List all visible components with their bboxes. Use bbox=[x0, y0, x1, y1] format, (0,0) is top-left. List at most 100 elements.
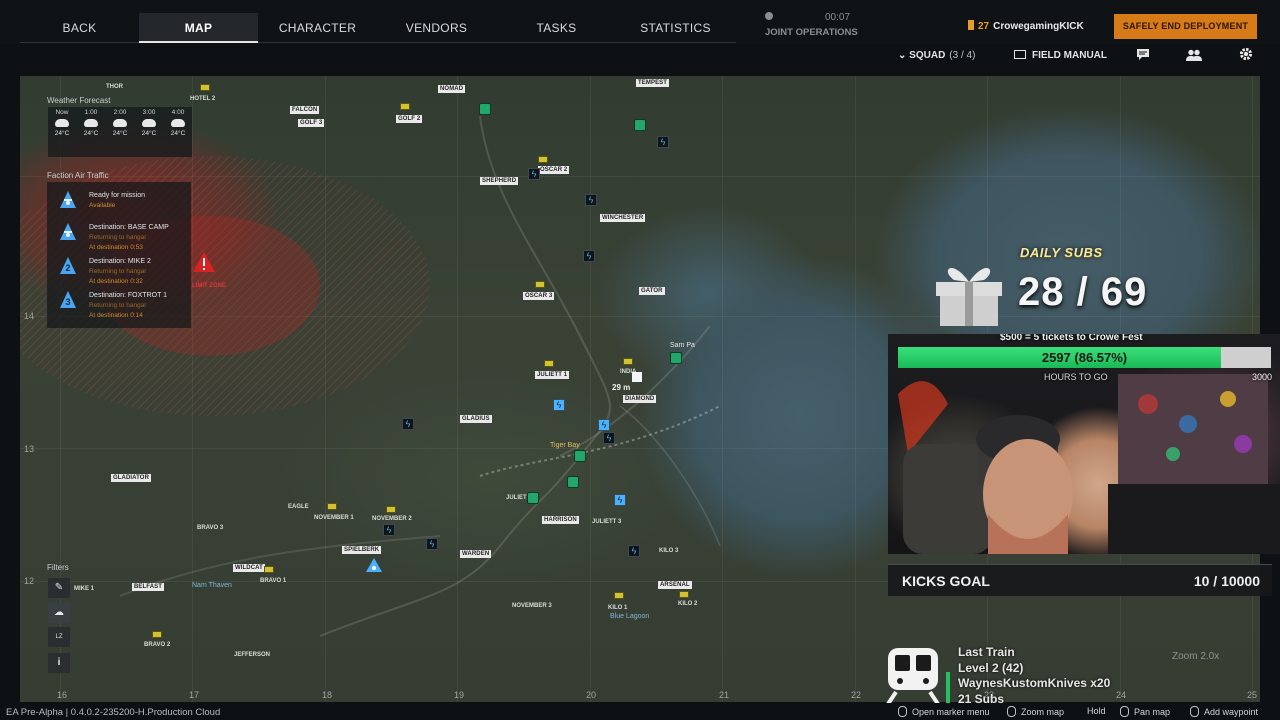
location-label[interactable]: GLADIATOR bbox=[111, 474, 152, 482]
landing-zone-marker[interactable] bbox=[538, 156, 548, 163]
y-coordinate: 13 bbox=[24, 444, 35, 454]
squad-marker-icon[interactable] bbox=[365, 557, 383, 575]
tab-back[interactable]: BACK bbox=[20, 13, 139, 43]
location-label[interactable]: WINCHESTER bbox=[600, 214, 646, 222]
location-label[interactable]: KILO 3 bbox=[659, 548, 678, 554]
lightning-icon[interactable]: ϟ bbox=[628, 545, 640, 557]
location-label[interactable]: KILO 2 bbox=[678, 601, 697, 607]
location-label[interactable]: JULIETT 3 bbox=[592, 519, 621, 525]
location-label[interactable]: NOVEMBER 1 bbox=[314, 515, 354, 521]
location-label[interactable]: OSCAR 2 bbox=[538, 166, 570, 174]
location-label[interactable]: GATOR bbox=[639, 287, 665, 295]
location-label[interactable]: DIAMOND bbox=[623, 395, 657, 403]
location-label[interactable]: HARRISON bbox=[542, 516, 579, 524]
lightning-icon[interactable]: ϟ bbox=[583, 250, 595, 262]
forecast-time: 3:00 bbox=[142, 109, 156, 116]
landing-zone-marker[interactable] bbox=[679, 591, 689, 598]
lightning-icon[interactable]: ϟ bbox=[553, 399, 565, 411]
landing-zone-marker[interactable] bbox=[264, 566, 274, 573]
landing-zone-marker[interactable] bbox=[400, 103, 410, 110]
footer-bar: EA Pre-Alpha | 0.4.0.2-235200-H.Producti… bbox=[0, 703, 1280, 720]
weather-title: Weather Forecast bbox=[47, 96, 111, 105]
location-label[interactable]: BELFAST bbox=[132, 583, 165, 591]
location-label[interactable]: JULIETT 1 bbox=[535, 371, 570, 379]
landing-zone-marker[interactable] bbox=[386, 506, 396, 513]
lightning-icon[interactable]: ϟ bbox=[603, 432, 615, 444]
location-label[interactable]: BRAVO 1 bbox=[260, 578, 286, 584]
landing-zone-marker[interactable] bbox=[544, 360, 554, 367]
chat-icon[interactable] bbox=[1134, 47, 1152, 65]
squad-dropdown[interactable]: ⌄ SQUAD (3 / 4) bbox=[898, 50, 975, 61]
lightning-icon[interactable]: ϟ bbox=[614, 494, 626, 506]
location-label[interactable]: OSCAR 3 bbox=[523, 292, 555, 300]
air-traffic-item[interactable]: Destination: BASE CAMP Returning to hang… bbox=[47, 220, 191, 254]
location-label[interactable]: GOLF 2 bbox=[396, 115, 423, 123]
location-label[interactable]: KILO 1 bbox=[608, 605, 627, 611]
tab-tasks[interactable]: TASKS bbox=[497, 13, 616, 43]
lightning-icon[interactable]: ϟ bbox=[657, 136, 669, 148]
landing-zone-marker[interactable] bbox=[535, 281, 545, 288]
air-traffic-item[interactable]: 3 Destination: FOXTROT 1 Returning to ha… bbox=[47, 288, 191, 322]
location-label[interactable]: WARDEN bbox=[460, 550, 492, 558]
tab-character[interactable]: CHARACTER bbox=[258, 13, 377, 43]
location-label[interactable]: NOVEMBER 2 bbox=[372, 516, 412, 522]
weather-table: Now 24°C 1:00 24°C 2:00 24°C 3:00 24°C 4:00 2… bbox=[48, 107, 192, 157]
tab-vendors[interactable]: VENDORS bbox=[377, 13, 496, 43]
location-label[interactable]: EAGLE bbox=[288, 504, 309, 510]
lightning-icon[interactable]: ϟ bbox=[528, 168, 540, 180]
cloud-filter-icon[interactable]: ☁ bbox=[48, 603, 70, 623]
landing-zone-marker[interactable] bbox=[327, 503, 337, 510]
objective-marker[interactable] bbox=[527, 492, 539, 504]
location-label[interactable]: HOTEL 2 bbox=[190, 96, 215, 102]
location-label[interactable]: SPIELBERK bbox=[342, 546, 382, 554]
lightning-icon[interactable]: ϟ bbox=[585, 194, 597, 206]
lightning-icon[interactable]: ϟ bbox=[383, 524, 395, 536]
objective-marker[interactable] bbox=[567, 476, 579, 488]
location-label[interactable]: ARSENAL bbox=[658, 581, 692, 589]
location-label[interactable]: SHEPHERD bbox=[480, 177, 519, 185]
location-label[interactable]: GLADIUS bbox=[460, 415, 492, 423]
last-train-title: Last Train bbox=[958, 645, 1015, 659]
location-label[interactable]: NOMAD bbox=[438, 85, 466, 93]
air-traffic-item[interactable]: Ready for mission Available bbox=[47, 188, 191, 222]
helicopter-badge: 2 bbox=[65, 263, 70, 273]
forecast-temp: 24°C bbox=[170, 130, 186, 137]
objective-marker[interactable] bbox=[574, 450, 586, 462]
air-traffic-item[interactable]: 2 Destination: MIKE 2 Returning to hanga… bbox=[47, 254, 191, 288]
location-label[interactable]: FALCON bbox=[290, 106, 320, 114]
air-traffic-status: Returning to hangar bbox=[89, 302, 147, 309]
landing-zone-marker[interactable] bbox=[200, 84, 210, 91]
train-progress-bar bbox=[946, 672, 950, 705]
field-manual-button[interactable]: FIELD MANUAL bbox=[1014, 50, 1107, 61]
tab-map[interactable]: MAP bbox=[139, 13, 258, 43]
lightning-icon[interactable]: ϟ bbox=[598, 419, 610, 431]
landing-zone-marker[interactable] bbox=[152, 631, 162, 638]
forecast-time: Now bbox=[55, 109, 69, 116]
landing-zone-marker[interactable] bbox=[623, 358, 633, 365]
lightning-icon[interactable]: ϟ bbox=[402, 418, 414, 430]
location-label[interactable]: BRAVO 3 bbox=[197, 525, 223, 531]
location-label[interactable]: MIKE 1 bbox=[74, 586, 94, 592]
info-icon[interactable]: i bbox=[48, 653, 70, 673]
lightning-icon[interactable]: ϟ bbox=[426, 538, 438, 550]
location-label[interactable]: WILDCAT bbox=[233, 564, 265, 572]
location-label[interactable]: JEFFERSON bbox=[234, 652, 270, 658]
location-label[interactable]: THOR bbox=[106, 84, 123, 90]
landing-zone-marker[interactable] bbox=[614, 592, 624, 599]
objective-marker[interactable] bbox=[479, 103, 491, 115]
location-label[interactable]: JULIET bbox=[506, 495, 527, 501]
pencil-icon[interactable]: ✎ bbox=[48, 578, 70, 598]
location-label[interactable]: TEMPEST bbox=[636, 79, 670, 87]
landing-zone-filter-icon[interactable]: LZ bbox=[48, 627, 70, 647]
safely-end-deployment-button[interactable]: SAFELY END DEPLOYMENT bbox=[1114, 14, 1257, 39]
location-label[interactable]: BRAVO 2 bbox=[144, 642, 170, 648]
distance-readout: 29 m bbox=[612, 383, 631, 392]
location-label[interactable]: NOVEMBER 3 bbox=[512, 603, 552, 609]
location-label[interactable]: GOLF 3 bbox=[298, 119, 325, 127]
objective-marker[interactable] bbox=[634, 119, 646, 131]
gear-icon[interactable] bbox=[1237, 47, 1255, 65]
tab-statistics[interactable]: STATISTICS bbox=[616, 13, 735, 43]
objective-marker[interactable] bbox=[670, 352, 682, 364]
info-icon bbox=[765, 12, 773, 20]
friends-icon[interactable] bbox=[1185, 47, 1203, 65]
